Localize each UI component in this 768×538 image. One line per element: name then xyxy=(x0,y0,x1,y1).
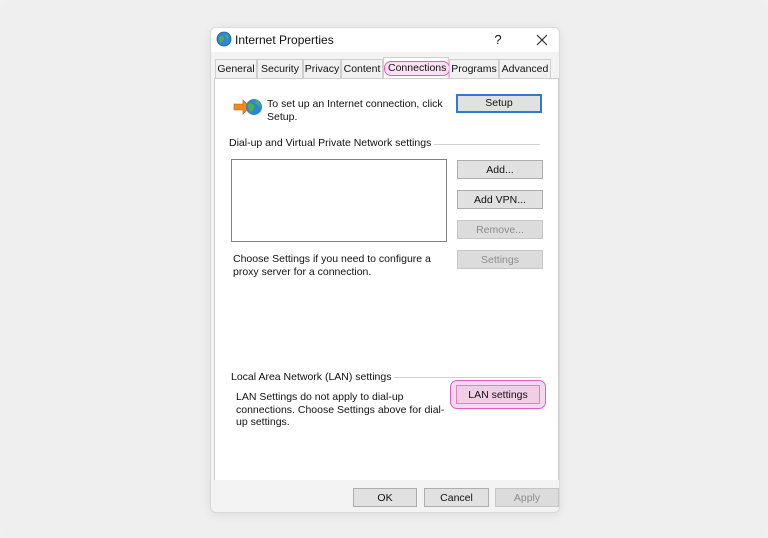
lan-group-label: Local Area Network (LAN) settings xyxy=(231,371,395,383)
tab-label: Content xyxy=(343,63,381,75)
tab-advanced[interactable]: Advanced xyxy=(499,59,551,79)
tab-programs[interactable]: Programs xyxy=(449,59,499,79)
globe-icon xyxy=(216,31,232,47)
add-button[interactable]: Add... xyxy=(457,160,543,179)
connections-panel: To set up an Internet connection, click … xyxy=(214,78,559,481)
ok-button[interactable]: OK xyxy=(353,488,417,507)
tab-general[interactable]: General xyxy=(215,59,257,79)
tab-label: Advanced xyxy=(501,63,549,75)
tab-content[interactable]: Content xyxy=(341,59,383,79)
tab-privacy[interactable]: Privacy xyxy=(303,59,341,79)
close-button[interactable] xyxy=(529,29,555,51)
lan-description: LAN Settings do not apply to dial-up con… xyxy=(236,391,445,428)
close-icon xyxy=(536,34,548,46)
remove-button[interactable]: Remove... xyxy=(457,220,543,239)
help-button[interactable]: ? xyxy=(487,29,509,51)
lan-settings-button[interactable]: LAN settings xyxy=(456,385,540,404)
tab-label: General xyxy=(217,63,255,75)
setup-button[interactable]: Setup xyxy=(456,94,542,113)
dialup-group-label: Dial-up and Virtual Private Network sett… xyxy=(229,137,435,149)
settings-button[interactable]: Settings xyxy=(457,250,543,269)
tab-label: Connections xyxy=(384,61,451,76)
connection-wizard-icon xyxy=(233,99,262,115)
tab-label: Security xyxy=(261,63,299,75)
dialog-footer: OK Cancel Apply xyxy=(211,480,559,512)
internet-properties-dialog: Internet Properties ? General Security P… xyxy=(210,27,560,513)
window-title: Internet Properties xyxy=(235,33,334,47)
title-bar: Internet Properties ? xyxy=(211,28,559,52)
cancel-button[interactable]: Cancel xyxy=(424,488,489,507)
proxy-description: Choose Settings if you need to configure… xyxy=(233,253,431,278)
add-vpn-button[interactable]: Add VPN... xyxy=(457,190,543,209)
setup-description: To set up an Internet connection, click … xyxy=(267,98,443,123)
tab-label: Privacy xyxy=(304,63,340,75)
connections-listbox[interactable] xyxy=(231,159,447,242)
tab-label: Programs xyxy=(451,63,497,75)
apply-button[interactable]: Apply xyxy=(495,488,559,507)
tab-security[interactable]: Security xyxy=(257,59,303,79)
tab-connections[interactable]: Connections xyxy=(383,57,451,79)
